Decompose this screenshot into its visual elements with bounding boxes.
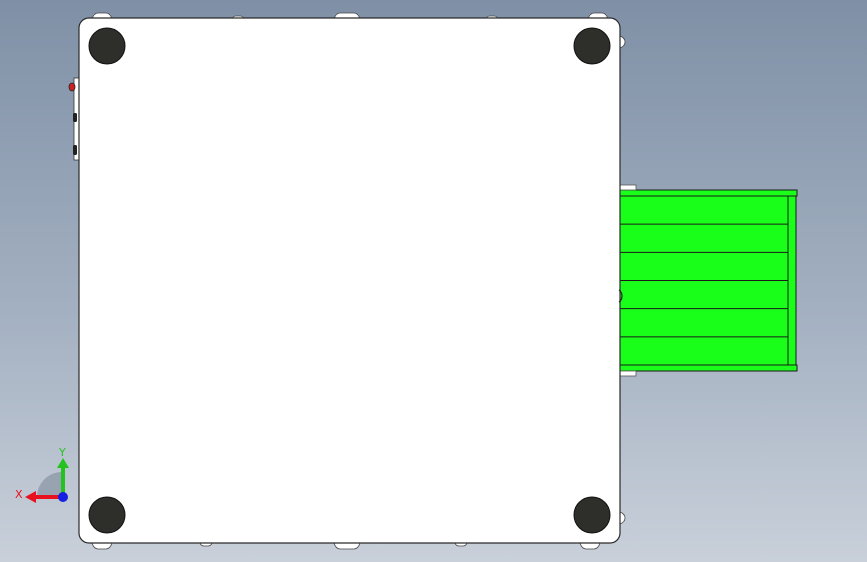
- orientation-triad[interactable]: Y X: [15, 446, 69, 503]
- side-latch-1: [73, 113, 77, 122]
- tray-top-rail: [619, 189, 798, 197]
- conveyor-tray[interactable]: [619, 184, 798, 377]
- side-knob-red: [68, 82, 76, 92]
- tray-end-plate: [787, 195, 797, 366]
- tray-bracket-bottom: [619, 370, 637, 377]
- cad-viewport[interactable]: Y X: [0, 0, 867, 562]
- y-axis-arrow-icon: [57, 458, 69, 468]
- x-axis-label: X: [15, 488, 23, 501]
- foot-bottom-left: [88, 496, 126, 534]
- triad-plane-quadrant: [37, 472, 62, 497]
- side-latch-2: [73, 145, 77, 155]
- foot-bottom-right: [573, 496, 611, 534]
- main-panel[interactable]: [78, 17, 621, 544]
- model-view[interactable]: Y X: [0, 0, 867, 562]
- z-axis-dot: [58, 492, 68, 502]
- tray-bracket-top: [619, 184, 637, 191]
- side-hardware: [68, 77, 81, 161]
- bottom-edge-tabs: [91, 542, 601, 550]
- y-axis-label: Y: [58, 446, 66, 459]
- x-axis-arrow-icon: [25, 491, 36, 503]
- tray-bottom-rail: [619, 364, 798, 372]
- foot-top-right: [573, 27, 611, 65]
- foot-top-left: [88, 27, 126, 65]
